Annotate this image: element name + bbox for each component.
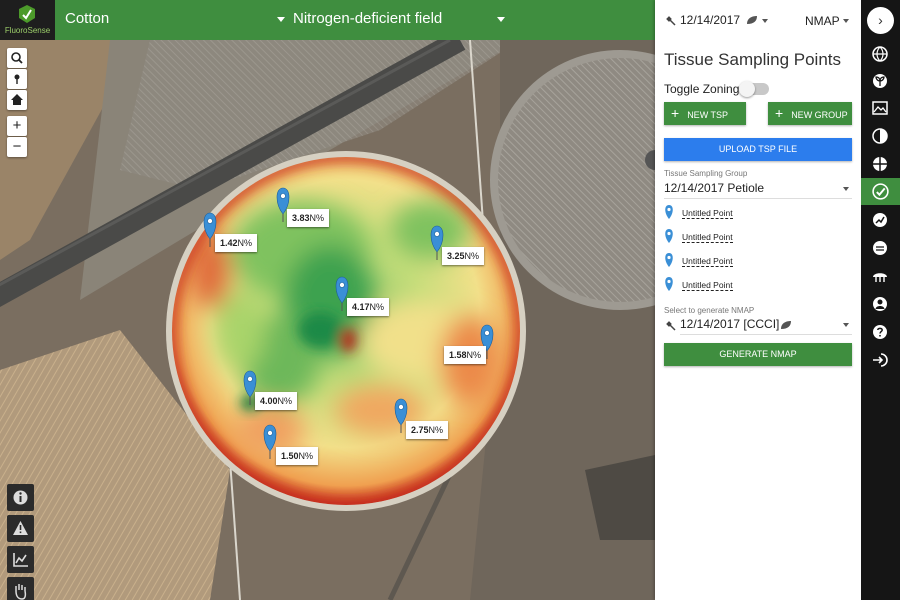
chevron-down-icon bbox=[843, 187, 849, 191]
satellite-icon bbox=[666, 321, 676, 331]
point-unit: N% bbox=[428, 425, 444, 435]
chart-button[interactable] bbox=[7, 546, 34, 573]
point-unit: N% bbox=[466, 350, 482, 360]
info-icon bbox=[13, 490, 28, 505]
check-circle-icon bbox=[872, 183, 889, 200]
date-select[interactable]: 12/14/2017 bbox=[680, 13, 740, 27]
pin-icon bbox=[665, 205, 673, 219]
hand-button[interactable] bbox=[7, 577, 34, 600]
trend-icon[interactable] bbox=[871, 211, 889, 229]
point-unit: N% bbox=[298, 451, 314, 461]
warning-icon bbox=[13, 521, 28, 535]
point-name-link[interactable]: Untitled Point bbox=[682, 256, 733, 267]
toggle-knob[interactable] bbox=[739, 81, 755, 97]
point-name-link[interactable]: Untitled Point bbox=[682, 208, 733, 219]
panel-title: Tissue Sampling Points bbox=[664, 50, 842, 69]
point-label: 4.00N% bbox=[255, 392, 298, 410]
pins-layer bbox=[203, 187, 494, 459]
globe-icon[interactable] bbox=[871, 45, 889, 63]
point-unit: N% bbox=[369, 302, 385, 312]
point-label: 3.25N% bbox=[442, 247, 485, 265]
map-pin[interactable] bbox=[263, 424, 277, 459]
help-icon[interactable] bbox=[871, 323, 889, 341]
point-unit: N% bbox=[464, 251, 480, 261]
mode-select[interactable]: NMAP bbox=[805, 14, 840, 28]
list-item[interactable]: Untitled Point bbox=[664, 227, 844, 249]
image-icon[interactable] bbox=[871, 99, 889, 117]
point-value: 1.50 bbox=[281, 451, 299, 461]
point-label: 1.42N% bbox=[215, 234, 258, 252]
new-group-button[interactable]: + NEW GROUP bbox=[768, 102, 852, 125]
point-value: 1.42 bbox=[220, 238, 238, 248]
point-value: 4.00 bbox=[260, 396, 278, 406]
leaf-icon bbox=[781, 321, 791, 329]
plus-icon: + bbox=[775, 105, 784, 121]
point-value: 3.25 bbox=[447, 251, 465, 261]
upload-tsp-button[interactable]: UPLOAD TSP FILE bbox=[664, 138, 852, 161]
canopy-icon[interactable] bbox=[871, 267, 889, 285]
group-value: 12/14/2017 Petiole bbox=[664, 181, 765, 195]
satellite-icon bbox=[666, 16, 676, 26]
group-select[interactable]: 12/14/2017 Petiole bbox=[664, 181, 852, 199]
crosshair-icon[interactable] bbox=[871, 155, 889, 173]
user-icon[interactable] bbox=[871, 295, 889, 313]
leaf-icon bbox=[747, 16, 757, 24]
point-value: 2.75 bbox=[411, 425, 429, 435]
expand-button[interactable]: › bbox=[867, 7, 894, 34]
toggle-zoning-label: Toggle Zoning bbox=[664, 82, 740, 96]
point-label: 1.58N% bbox=[444, 346, 487, 364]
list-item[interactable]: Untitled Point bbox=[664, 275, 844, 297]
chevron-down-icon bbox=[843, 323, 849, 327]
point-value: 4.17 bbox=[352, 302, 370, 312]
new-tsp-button[interactable]: + NEW TSP bbox=[664, 102, 746, 125]
point-unit: N% bbox=[309, 213, 325, 223]
group-label: Tissue Sampling Group bbox=[664, 169, 748, 178]
mode-chevron-down-icon[interactable] bbox=[843, 19, 849, 23]
plus-icon: + bbox=[671, 105, 680, 121]
pin-icon bbox=[665, 229, 673, 243]
point-unit: N% bbox=[277, 396, 293, 406]
nmap-label: Select to generate NMAP bbox=[664, 306, 755, 315]
hand-icon bbox=[15, 584, 27, 600]
pin-icon bbox=[665, 253, 673, 267]
point-unit: N% bbox=[237, 238, 253, 248]
list-item[interactable]: Untitled Point bbox=[664, 203, 844, 225]
point-value: 1.58 bbox=[449, 350, 467, 360]
new-tsp-label: NEW TSP bbox=[687, 110, 729, 120]
new-group-label: NEW GROUP bbox=[791, 110, 848, 120]
tsp-panel: 12/14/2017 NMAP Tissue Sampling Points T… bbox=[655, 0, 861, 600]
nav-tsp-active[interactable] bbox=[861, 178, 900, 205]
nmap-value: 12/14/2017 [CCCI] bbox=[680, 317, 780, 331]
point-label: 1.50N% bbox=[276, 447, 319, 465]
pin-icon bbox=[665, 277, 673, 291]
face-icon[interactable] bbox=[871, 239, 889, 257]
half-circle-icon[interactable] bbox=[871, 127, 889, 145]
nmap-select[interactable]: 12/14/2017 [CCCI] bbox=[680, 317, 852, 335]
point-label: 2.75N% bbox=[406, 421, 449, 439]
point-name-link[interactable]: Untitled Point bbox=[682, 280, 733, 291]
point-name-link[interactable]: Untitled Point bbox=[682, 232, 733, 243]
warning-button[interactable] bbox=[7, 515, 34, 542]
point-label: 3.83N% bbox=[287, 209, 330, 227]
generate-nmap-button[interactable]: GENERATE NMAP bbox=[664, 343, 852, 366]
point-label: 4.17N% bbox=[347, 298, 390, 316]
toggle-zoning-switch[interactable] bbox=[739, 81, 769, 97]
logout-icon[interactable] bbox=[871, 351, 889, 369]
plant-icon[interactable] bbox=[871, 72, 889, 90]
info-button[interactable] bbox=[7, 484, 34, 511]
point-value: 3.83 bbox=[292, 213, 310, 223]
list-item[interactable]: Untitled Point bbox=[664, 251, 844, 273]
date-chevron-down-icon[interactable] bbox=[762, 19, 768, 23]
chart-icon bbox=[13, 553, 28, 567]
